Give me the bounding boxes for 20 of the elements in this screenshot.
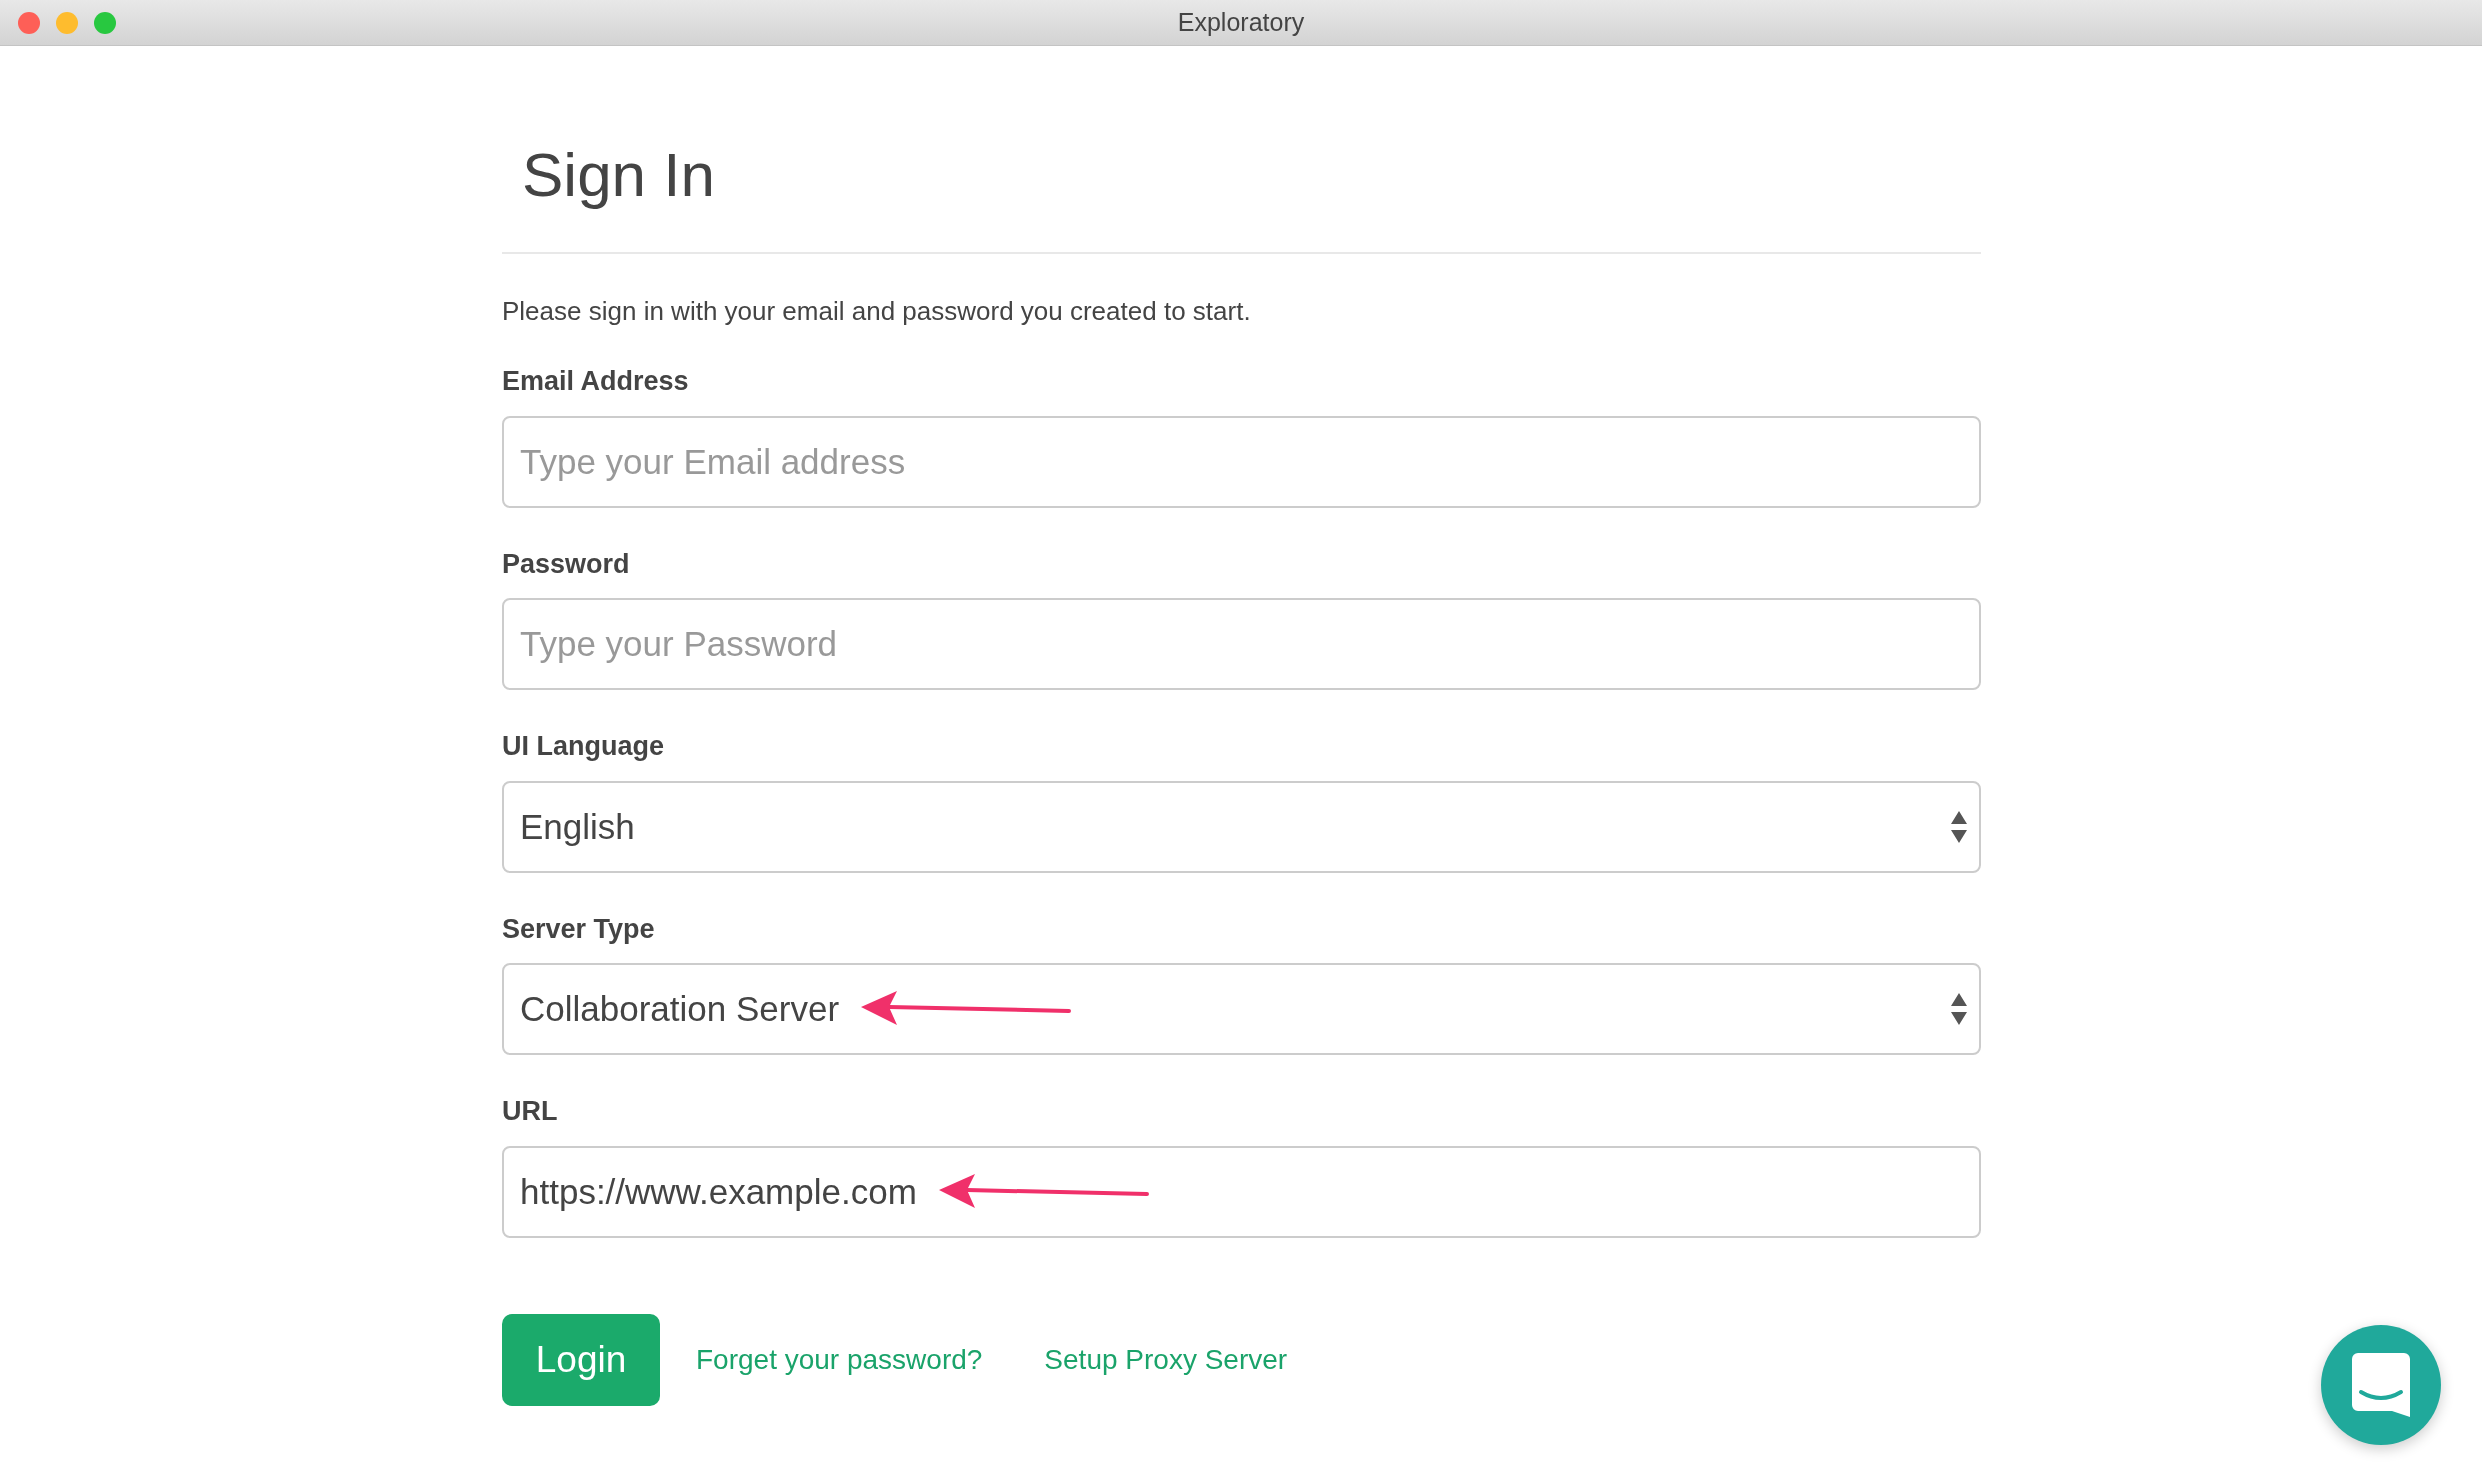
up-down-arrows-icon (1951, 993, 1967, 1026)
chat-icon (2352, 1353, 2410, 1417)
field-label: Password (502, 547, 631, 581)
page-heading: Sign In (522, 139, 717, 211)
close-button[interactable] (18, 12, 40, 34)
chat-button[interactable] (2321, 1325, 2441, 1445)
field-label: Email Address (502, 365, 690, 399)
field-label: Server Type (502, 912, 656, 946)
minimize-button[interactable] (56, 12, 78, 34)
password-field[interactable]: Type your Password (502, 598, 1981, 691)
window-title: Exploratory (1177, 6, 1305, 38)
input-field[interactable]: https://www.example.com (502, 1145, 1981, 1238)
field-label: UI Language (502, 730, 665, 764)
input-field[interactable]: Type your Email address (502, 415, 1981, 508)
dropdown-select[interactable]: English (502, 780, 1981, 873)
up-down-arrows-icon (1951, 810, 1967, 843)
zoom-button[interactable] (94, 12, 116, 34)
dropdown-select[interactable]: Collaboration Server (502, 963, 1981, 1056)
field-label: URL (502, 1095, 559, 1129)
intro-text: Please sign in with your email and password you created to start. (502, 295, 1252, 329)
